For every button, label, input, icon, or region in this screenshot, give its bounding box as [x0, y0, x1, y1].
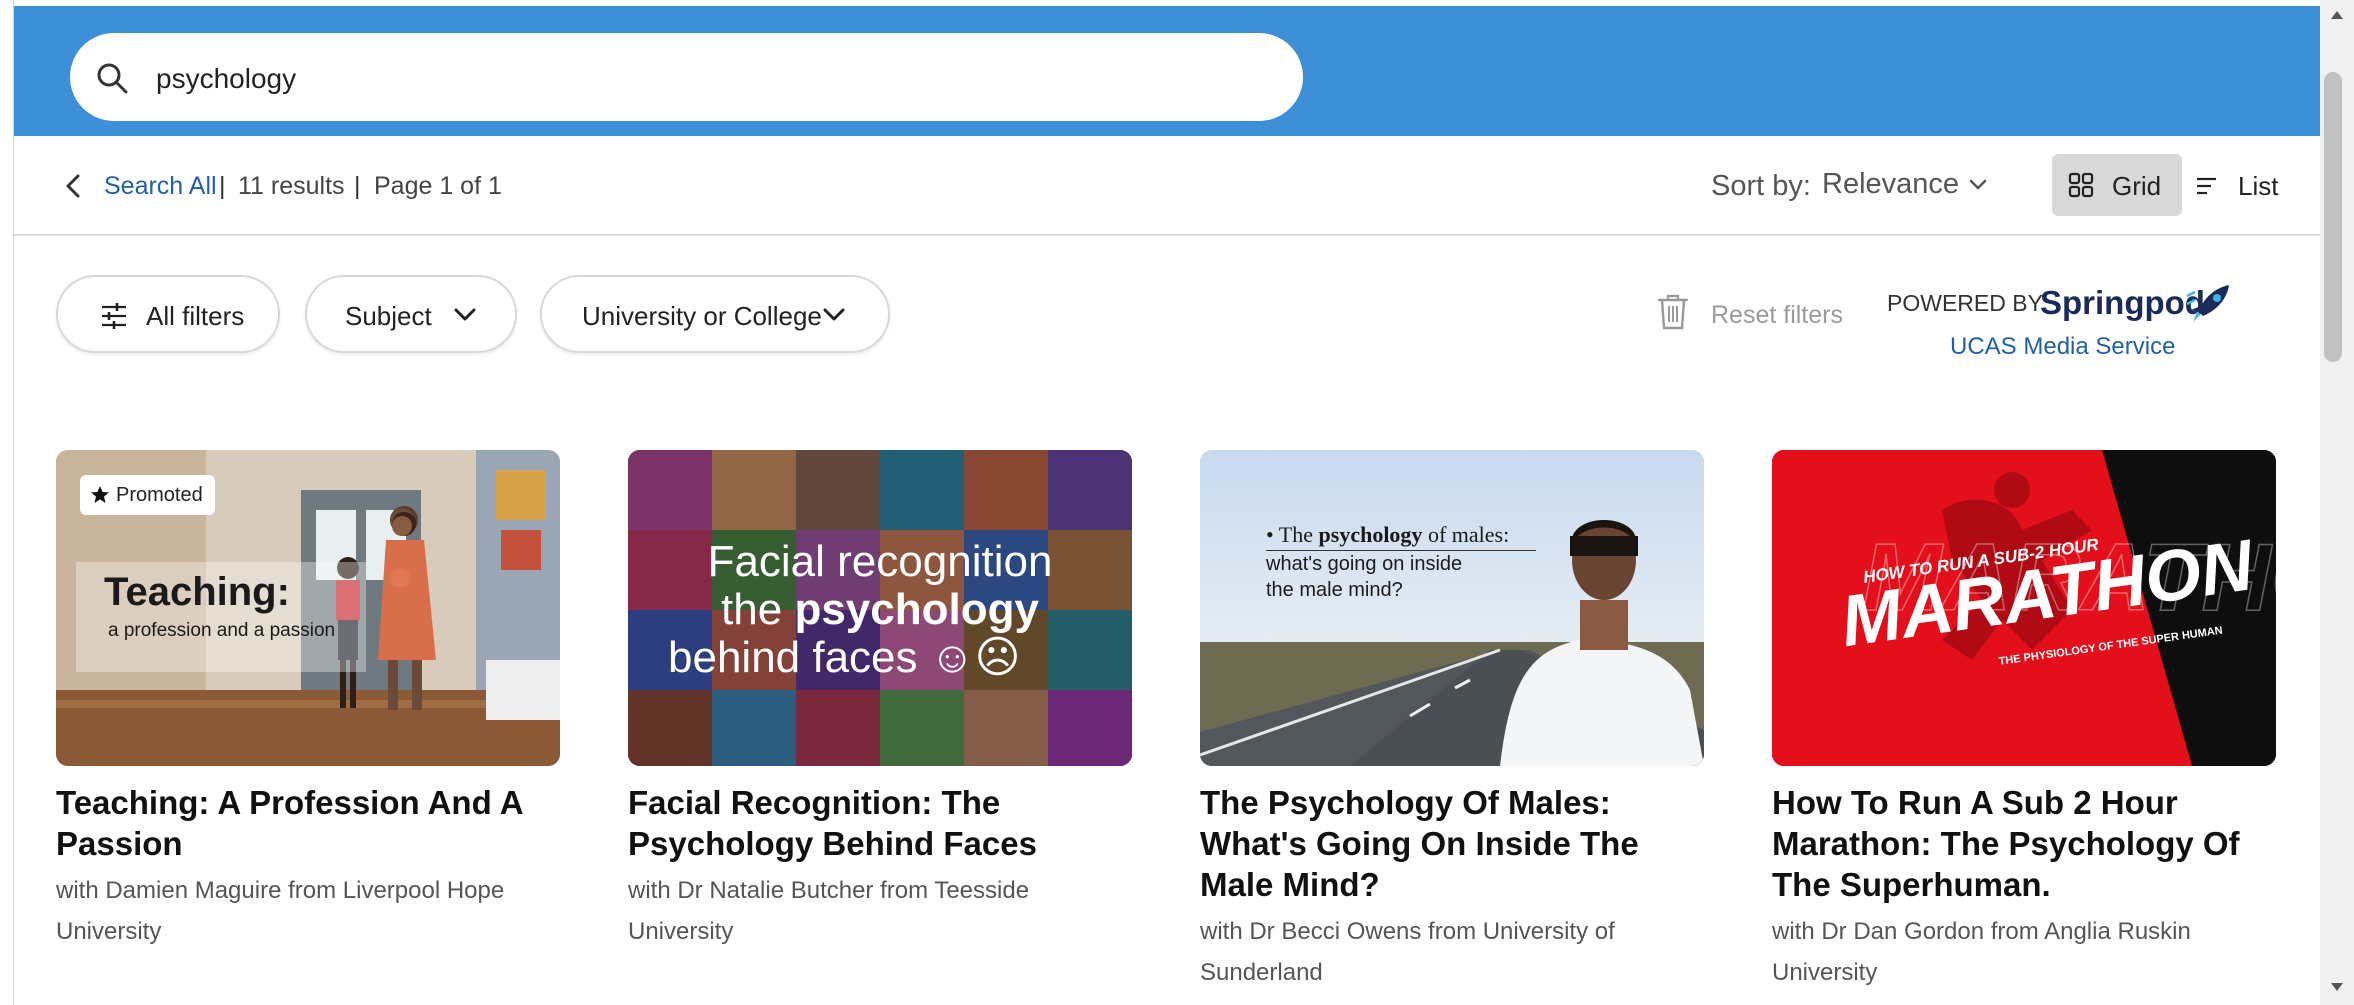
rocket-icon: [2186, 285, 2229, 322]
thumbnail-line-2b: psychology: [794, 585, 1039, 634]
all-filters-button[interactable]: All filters: [56, 275, 280, 353]
thumbnail-title: Teaching:: [104, 570, 290, 614]
search-all-link[interactable]: Search All: [104, 172, 217, 201]
ucas-media-service-link[interactable]: UCAS Media Service: [1950, 333, 2175, 361]
card-thumbnail[interactable]: Teaching: a profession and a passion Pro…: [56, 450, 560, 766]
promoted-badge: Promoted: [80, 475, 215, 515]
university-filter-dropdown[interactable]: University or College: [540, 275, 890, 353]
scroll-up-arrow-icon[interactable]: [2328, 8, 2346, 22]
window-left-edge: [0, 0, 14, 1005]
grid-view-label: Grid: [2112, 171, 2162, 201]
card-subtitle: with Dr Natalie Butcher from Teesside Un…: [628, 877, 1030, 945]
reset-filters-label: Reset filters: [1711, 301, 1843, 329]
results-count: 11 results: [238, 172, 345, 200]
breadcrumb-separator: |: [219, 172, 226, 200]
chevron-down-icon: [454, 308, 476, 321]
subject-filter-dropdown[interactable]: Subject: [305, 275, 517, 353]
sort-select[interactable]: Relevance: [1822, 168, 1959, 201]
search-header: psychology: [14, 6, 2320, 136]
card-title[interactable]: Facial Recognition: The Psychology Behin…: [628, 782, 1132, 864]
sliders-icon: [102, 303, 126, 329]
chevron-down-icon: [823, 308, 845, 321]
star-icon: [91, 486, 109, 503]
card-title[interactable]: The Psychology Of Males: What's Going On…: [1200, 782, 1704, 905]
search-input[interactable]: psychology: [70, 33, 1303, 121]
chevron-left-icon[interactable]: [60, 170, 88, 202]
scroll-down-arrow-icon[interactable]: [2328, 980, 2346, 994]
all-filters-label: All filters: [146, 301, 245, 331]
card-thumbnail[interactable]: Facial recognition the psychology behind…: [628, 450, 1132, 766]
thumbnail-line-1: Facial recognition: [707, 537, 1053, 586]
springpod-logo: Springpod: [2040, 284, 2205, 321]
card-title[interactable]: Teaching: A Profession And A Passion: [56, 782, 560, 864]
road-scene-image: [1200, 450, 1704, 766]
thumbnail-line-1c: of males:: [1422, 522, 1510, 547]
subject-filter-label: Subject: [345, 301, 432, 331]
thumbnail-line-1b: psychology: [1318, 522, 1423, 547]
card-thumbnail[interactable]: • The psychology of males: what's going …: [1200, 450, 1704, 766]
promoted-label: Promoted: [116, 483, 203, 506]
powered-by-text: POWERED BY: [1887, 290, 2043, 316]
list-view-label: List: [2238, 171, 2279, 201]
card-title[interactable]: How To Run A Sub 2 Hour Marathon: The Ps…: [1772, 782, 2276, 905]
breadcrumb-separator: |: [354, 172, 361, 200]
thumbnail-line-3: the male mind?: [1266, 579, 1403, 601]
card-thumbnail[interactable]: MARATHON HOW TO RUN A SUB-2 HOUR MARATHO…: [1772, 450, 2276, 766]
university-filter-label: University or College: [582, 301, 822, 331]
search-icon[interactable]: [94, 60, 130, 96]
card-subtitle: with Dr Becci Owens from University of S…: [1200, 918, 1615, 986]
scrollbar-thumb[interactable]: [2324, 72, 2342, 362]
card-subtitle: with Damien Maguire from Liverpool Hope …: [56, 877, 505, 945]
thumbnail-line-1a: • The: [1266, 522, 1319, 547]
thumbnail-line-3: behind faces ☺☹: [668, 633, 1021, 682]
search-query-text[interactable]: psychology: [156, 63, 296, 95]
card-subtitle: with Dr Dan Gordon from Anglia Ruskin Un…: [1772, 918, 2191, 986]
sort-label: Sort by:: [1711, 170, 1811, 202]
trash-icon: [1657, 294, 1689, 330]
page-indicator: Page 1 of 1: [374, 172, 502, 200]
thumbnail-line-2: what's going on inside: [1266, 553, 1463, 575]
grid-icon: [2068, 172, 2094, 198]
grid-view-button[interactable]: Grid: [2052, 154, 2182, 216]
thumbnail-line-2a: the: [721, 585, 795, 634]
list-icon: [2197, 177, 2216, 195]
chevron-down-icon[interactable]: [1968, 178, 1988, 192]
list-view-button[interactable]: List: [2184, 154, 2304, 216]
results-toolbar: Search All | 11 results | Page 1 of 1 So…: [14, 136, 2320, 236]
thumbnail-subtitle: a profession and a passion: [108, 620, 336, 641]
